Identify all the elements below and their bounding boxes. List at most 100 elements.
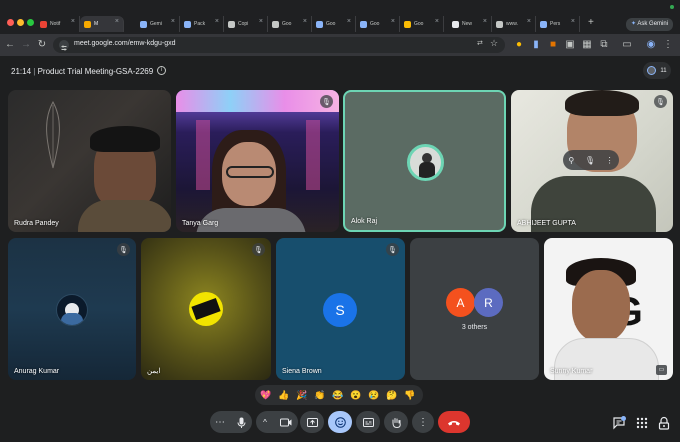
reactions-button[interactable] [328,411,352,433]
participant-video-face [572,270,630,342]
extension-grid-icon[interactable]: ▦ [581,38,593,52]
browser-tab[interactable]: Pack × [180,16,224,32]
browser-tab[interactable]: Gemi × [136,16,180,32]
browser-tab-label: Pack [194,21,206,27]
browser-tab[interactable]: Goo × [312,16,356,32]
forward-arrow-icon[interactable]: → [20,38,32,52]
browser-tab[interactable]: Goo × [268,16,312,32]
browser-tab[interactable]: Notif × [36,16,80,32]
people-button[interactable]: 11 [643,62,671,79]
ask-gemini-button[interactable]: ✦ Ask Gemini [626,18,674,31]
reaction-emoji[interactable]: 👎 [403,388,417,402]
back-arrow-icon[interactable]: ← [4,38,16,52]
browser-tab[interactable]: Goo × [400,16,444,32]
close-tab-icon[interactable]: × [115,18,119,25]
extension-screenshot-icon[interactable]: ▣ [564,38,576,52]
camera-button[interactable] [274,411,298,433]
participant-tile-siena[interactable]: S 🎙 Siena Brown [276,238,405,380]
close-window-button[interactable] [7,19,14,26]
reaction-emoji[interactable]: 😂 [331,388,345,402]
extension-chart-icon[interactable]: ▮ [530,38,542,52]
close-tab-icon[interactable]: × [171,18,175,25]
participant-tile-anurag[interactable]: 🎙 Anurag Kumar [8,238,136,380]
more-options-icon[interactable]: ⋮ [606,156,614,165]
audio-settings-button[interactable]: ⋯ [210,411,230,433]
site-info-icon[interactable] [59,40,69,51]
reaction-emoji[interactable]: 🎉 [295,388,309,402]
participant-initial-avatar: S [323,293,357,327]
extension-bulb-icon[interactable]: ● [513,38,525,52]
raise-hand-button[interactable] [384,411,408,433]
present-button[interactable] [300,411,324,433]
participant-tile-rudra[interactable]: Rudra Pandey [8,90,171,232]
picture-in-picture-icon[interactable]: ▭ [656,365,667,375]
close-tab-icon[interactable]: × [571,18,575,25]
extension-orange-icon[interactable]: ■ [547,38,559,52]
close-tab-icon[interactable]: × [435,18,439,25]
browser-tab[interactable]: M × [80,16,124,32]
pin-icon[interactable]: ⚲ [568,156,574,165]
reaction-emoji[interactable]: 😮 [349,388,363,402]
mute-participant-icon[interactable]: 🎙 [585,156,595,165]
reaction-emoji[interactable]: 🤔 [385,388,399,402]
participant-video-shirt [78,200,171,232]
cube-icon [360,20,367,28]
maximize-window-button[interactable] [27,19,34,26]
participant-name: ABHIJEET GUPTA [517,220,576,227]
participant-tile-ayman[interactable]: 🎙 ایمن [141,238,271,380]
close-tab-icon[interactable]: × [391,18,395,25]
browser-tab-label: Pers [550,21,561,27]
minimize-window-button[interactable] [17,19,24,26]
participant-video-hair [90,126,160,152]
close-tab-icon[interactable]: × [483,18,487,25]
mic-button[interactable] [230,411,252,433]
browser-tab[interactable]: New × [448,16,492,32]
video-settings-button[interactable]: ^ [256,411,274,433]
close-tab-icon[interactable]: × [71,18,75,25]
browser-tab[interactable]: Goo × [356,16,400,32]
close-tab-icon[interactable]: × [347,18,351,25]
profile-avatar-icon[interactable]: ◉ [645,38,657,52]
close-tab-icon[interactable]: × [527,18,531,25]
browser-tab[interactable]: Copi × [224,16,268,32]
participant-avatar [189,292,223,326]
participant-tile-sunny[interactable]: inG ▭ Sunny Kumar [544,238,673,380]
browser-tab-label: Notif [50,21,61,27]
present-icon [306,417,318,427]
reaction-emoji[interactable]: 👍 [277,388,291,402]
address-bar[interactable]: meet.google.com/emw-kdgu-gxd ⇄ ☆ [53,37,505,53]
extensions-puzzle-icon[interactable]: ⧉ [598,38,610,52]
recording-indicator [670,5,674,9]
more-options-button[interactable]: ⋮ [412,411,434,433]
close-tab-icon[interactable]: × [303,18,307,25]
people-count: 11 [660,67,667,74]
browser-tab[interactable]: www. × [492,16,536,32]
close-tab-icon[interactable]: × [215,18,219,25]
translate-icon[interactable]: ⇄ [477,39,483,47]
browser-tab[interactable]: Pers × [536,16,580,32]
gmail-icon [40,20,47,28]
meeting-info: 21:14 | Product Trial Meeting-GSA-2269 [11,67,153,76]
reaction-emoji[interactable]: 👏 [313,388,327,402]
side-panel-icon[interactable]: ▭ [621,38,633,52]
new-tab-button[interactable]: + [588,17,594,28]
reaction-emoji[interactable]: 💖 [259,388,273,402]
bookmark-star-icon[interactable]: ☆ [490,38,498,49]
info-icon[interactable]: i [157,66,166,75]
others-tile[interactable]: A R 3 others [410,238,539,380]
leave-call-button[interactable] [438,411,470,433]
participant-tile-alok[interactable]: Alok Raj [343,90,506,232]
reload-icon[interactable]: ↻ [36,38,48,52]
raise-hand-icon [392,417,401,428]
others-count-label: 3 others [461,324,488,331]
browser-menu-icon[interactable]: ⋮ [662,38,674,52]
participant-tile-abhijeet[interactable]: ⚲ 🎙 ⋮ 🎙 ABHIJEET GUPTA [511,90,673,232]
reaction-emoji[interactable]: 😢 [367,388,381,402]
activities-button[interactable] [635,416,649,430]
participant-tile-tanya[interactable]: 🎙 Tanya Garg [176,90,339,232]
participant-video-clouds [176,90,339,112]
host-controls-button[interactable] [657,416,671,430]
close-tab-icon[interactable]: × [259,18,263,25]
chat-button[interactable] [612,416,626,430]
captions-button[interactable] [356,411,380,433]
